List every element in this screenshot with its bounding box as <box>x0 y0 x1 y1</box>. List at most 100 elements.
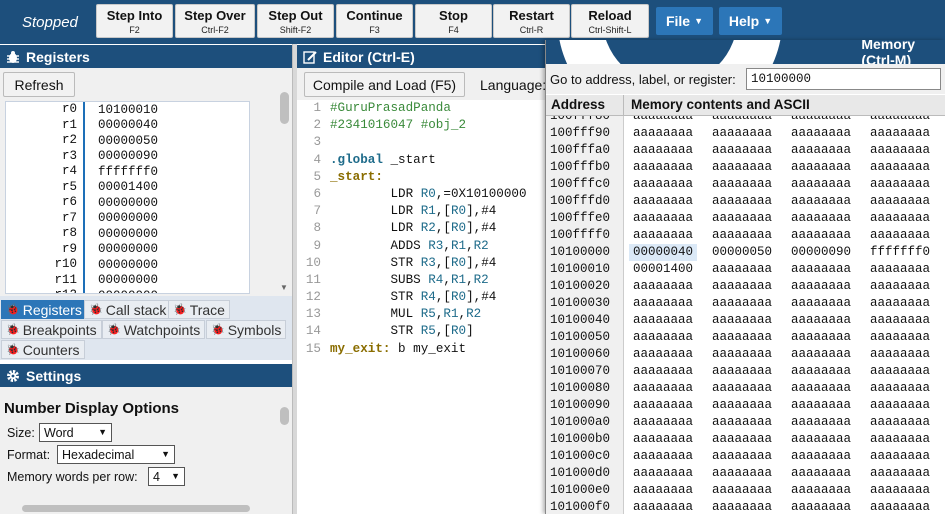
register-value[interactable]: fffffff0 <box>85 165 170 179</box>
register-value[interactable]: 00000000 <box>85 242 170 256</box>
tab-breakpoints[interactable]: 🐞 Breakpoints <box>1 320 102 339</box>
memory-word[interactable]: aaaaaaaa <box>629 227 697 244</box>
memory-word[interactable]: aaaaaaaa <box>866 482 934 499</box>
scroll-thumb[interactable] <box>280 92 289 124</box>
memory-word[interactable]: aaaaaaaa <box>629 278 697 295</box>
memory-word[interactable]: aaaaaaaa <box>708 465 776 482</box>
memory-word[interactable]: aaaaaaaa <box>708 159 776 176</box>
refresh-button[interactable]: Refresh <box>3 72 75 97</box>
memory-word[interactable]: aaaaaaaa <box>629 125 697 142</box>
memory-word[interactable]: aaaaaaaa <box>708 142 776 159</box>
memory-word[interactable]: aaaaaaaa <box>629 312 697 329</box>
memory-word[interactable]: aaaaaaaa <box>866 346 934 363</box>
memory-word[interactable]: aaaaaaaa <box>866 210 934 227</box>
file-menu[interactable]: File ▼ <box>656 7 713 35</box>
memory-word[interactable]: aaaaaaaa <box>708 278 776 295</box>
memory-word[interactable]: aaaaaaaa <box>708 363 776 380</box>
memory-word[interactable]: aaaaaaaa <box>866 142 934 159</box>
memory-word[interactable]: 00000040 <box>629 244 698 261</box>
memory-word[interactable]: aaaaaaaa <box>866 278 934 295</box>
memory-word[interactable]: aaaaaaaa <box>866 380 934 397</box>
memory-word[interactable]: aaaaaaaa <box>708 431 776 448</box>
memory-word[interactable]: aaaaaaaa <box>708 227 776 244</box>
memory-word[interactable]: aaaaaaaa <box>629 346 697 363</box>
memory-word[interactable]: aaaaaaaa <box>787 278 855 295</box>
memory-word[interactable]: aaaaaaaa <box>787 329 855 346</box>
tab-counters[interactable]: 🐞 Counters <box>1 340 85 359</box>
memory-word[interactable]: aaaaaaaa <box>787 227 855 244</box>
size-select[interactable]: Word ▼ <box>39 423 112 442</box>
memory-word[interactable]: aaaaaaaa <box>629 142 697 159</box>
memory-word[interactable]: aaaaaaaa <box>787 159 855 176</box>
memory-word[interactable]: aaaaaaaa <box>708 295 776 312</box>
register-value[interactable]: 00000050 <box>85 134 170 148</box>
memory-word[interactable]: aaaaaaaa <box>787 116 855 125</box>
register-value[interactable]: 00000000 <box>85 258 170 272</box>
memory-word[interactable]: aaaaaaaa <box>708 261 776 278</box>
memory-word[interactable]: aaaaaaaa <box>866 414 934 431</box>
memory-word[interactable]: aaaaaaaa <box>629 159 697 176</box>
goto-input[interactable]: 10100000 <box>746 68 941 90</box>
memory-word[interactable]: aaaaaaaa <box>787 363 855 380</box>
memory-word[interactable]: aaaaaaaa <box>708 193 776 210</box>
memory-word[interactable]: aaaaaaaa <box>708 482 776 499</box>
memory-word[interactable]: aaaaaaaa <box>629 414 697 431</box>
memory-word[interactable]: aaaaaaaa <box>629 431 697 448</box>
memory-word[interactable]: 00000050 <box>708 244 776 261</box>
memory-word[interactable]: aaaaaaaa <box>629 482 697 499</box>
memory-word[interactable]: aaaaaaaa <box>866 295 934 312</box>
memory-word[interactable]: aaaaaaaa <box>629 329 697 346</box>
memory-word[interactable]: aaaaaaaa <box>866 227 934 244</box>
register-value[interactable]: 00001400 <box>85 180 170 194</box>
memory-word[interactable]: aaaaaaaa <box>708 116 776 125</box>
step-over-button[interactable]: Step Over Ctrl-F2 <box>175 4 255 38</box>
horizontal-scrollbar[interactable] <box>0 502 292 514</box>
settings-scrollbar[interactable] <box>277 397 292 502</box>
register-value[interactable]: 00000000 <box>85 227 170 241</box>
memory-word[interactable]: aaaaaaaa <box>866 431 934 448</box>
memory-word[interactable]: aaaaaaaa <box>787 346 855 363</box>
words-per-row-select[interactable]: 4 ▼ <box>148 467 185 486</box>
memory-word[interactable]: aaaaaaaa <box>866 397 934 414</box>
memory-word[interactable]: aaaaaaaa <box>787 414 855 431</box>
memory-word[interactable]: aaaaaaaa <box>787 431 855 448</box>
memory-word[interactable]: aaaaaaaa <box>787 125 855 142</box>
step-into-button[interactable]: Step Into F2 <box>96 4 173 38</box>
register-value[interactable]: 00000000 <box>85 289 170 293</box>
memory-word[interactable]: aaaaaaaa <box>629 448 697 465</box>
compile-load-button[interactable]: Compile and Load (F5) <box>304 72 465 97</box>
memory-word[interactable]: aaaaaaaa <box>866 363 934 380</box>
memory-word[interactable]: aaaaaaaa <box>629 295 697 312</box>
restart-button[interactable]: Restart Ctrl-R <box>493 4 570 38</box>
register-value[interactable]: 00000000 <box>85 196 170 210</box>
memory-word[interactable]: aaaaaaaa <box>787 380 855 397</box>
help-menu[interactable]: Help ▼ <box>719 7 782 35</box>
register-value[interactable]: 00000040 <box>85 118 170 132</box>
memory-word[interactable]: aaaaaaaa <box>866 329 934 346</box>
memory-word[interactable]: aaaaaaaa <box>629 363 697 380</box>
register-value[interactable]: 00000090 <box>85 149 170 163</box>
memory-word[interactable]: aaaaaaaa <box>629 116 697 125</box>
register-value[interactable]: 10100010 <box>85 103 170 117</box>
memory-word[interactable]: aaaaaaaa <box>787 176 855 193</box>
memory-word[interactable]: aaaaaaaa <box>629 380 697 397</box>
memory-word[interactable]: 00001400 <box>629 261 697 278</box>
memory-word[interactable]: aaaaaaaa <box>708 312 776 329</box>
memory-word[interactable]: aaaaaaaa <box>708 210 776 227</box>
memory-word[interactable]: aaaaaaaa <box>708 414 776 431</box>
memory-word[interactable]: aaaaaaaa <box>787 295 855 312</box>
memory-word[interactable]: 00000090 <box>787 244 855 261</box>
memory-word[interactable]: aaaaaaaa <box>787 142 855 159</box>
memory-word[interactable]: aaaaaaaa <box>629 397 697 414</box>
memory-word[interactable]: aaaaaaaa <box>866 159 934 176</box>
memory-word[interactable]: aaaaaaaa <box>866 125 934 142</box>
code-lines[interactable]: #GuruPrasadPanda #2341016047 #obj_2 .globa… <box>330 100 527 358</box>
memory-word[interactable]: aaaaaaaa <box>708 346 776 363</box>
memory-word[interactable]: aaaaaaaa <box>787 261 855 278</box>
memory-word[interactable]: aaaaaaaa <box>866 116 934 125</box>
tab-symbols[interactable]: 🐞 Symbols <box>206 320 287 339</box>
memory-word[interactable]: aaaaaaaa <box>866 465 934 482</box>
memory-word[interactable]: aaaaaaaa <box>787 465 855 482</box>
memory-word[interactable]: aaaaaaaa <box>787 193 855 210</box>
scroll-thumb[interactable] <box>280 407 289 425</box>
